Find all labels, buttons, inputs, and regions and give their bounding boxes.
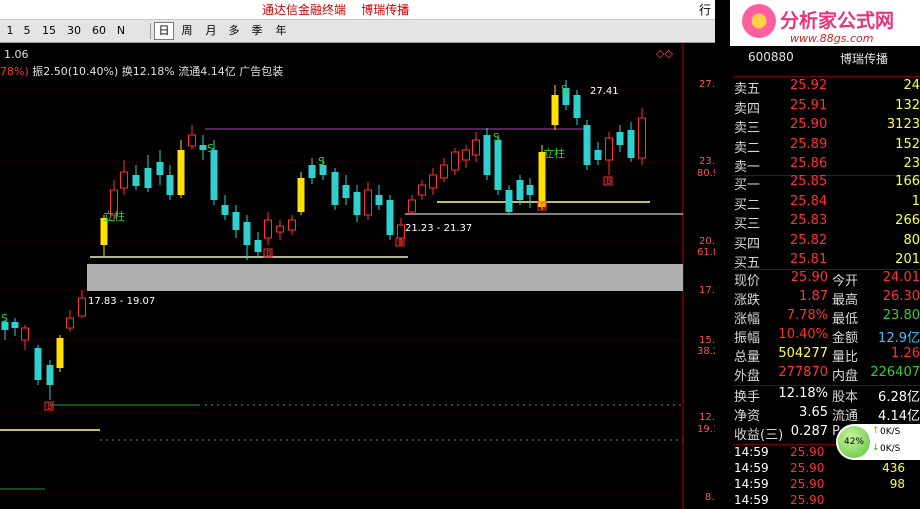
bid-volume: 80 — [903, 232, 920, 248]
quote-value: 6.28亿 — [878, 390, 920, 405]
ask-volume: 23 — [903, 156, 920, 171]
upload-speed: 0K/S — [880, 427, 901, 437]
ask-volume: 3123 — [886, 117, 920, 132]
bid-volume: 266 — [895, 213, 920, 228]
axis-label: 8.47 — [705, 492, 715, 503]
period-1min-button[interactable]: 1 — [3, 23, 17, 39]
tick-price: 25.90 — [790, 445, 825, 459]
window-title: 通达信金融终端 博瑞传播 — [262, 3, 410, 17]
period-year-button[interactable]: 年 — [272, 23, 290, 39]
period-day-button[interactable]: 日 — [154, 22, 174, 40]
period-multi-button[interactable]: 多 — [225, 23, 243, 39]
site-logo: 分析家公式网 www.88gs.com — [730, 0, 920, 46]
pct-change: 78%) — [0, 65, 29, 78]
quote-value: 4.14亿 — [878, 409, 920, 424]
flower-icon — [742, 4, 776, 38]
ask-volume: 152 — [895, 136, 920, 152]
logo-url: www.88gs.com — [790, 32, 874, 45]
bid-volume: 166 — [895, 174, 920, 189]
bid-volume: 201 — [895, 252, 920, 267]
period-5min-button[interactable]: 5 — [20, 23, 34, 39]
tick-price: 25.90 — [790, 493, 825, 507]
diamond-icon[interactable]: ◇◇ — [656, 47, 673, 60]
bid-volume: 1 — [911, 193, 920, 209]
quote-value: 226407 — [870, 365, 920, 380]
tick-time: 14:59 — [734, 493, 769, 507]
axis-label: 19.1% — [697, 424, 715, 435]
quote-value: 12.9亿 — [878, 331, 920, 346]
stock-name: 博瑞传播 — [840, 52, 889, 66]
period-toolbar: 1 5 15 30 60 N 日 周 月 多 季 年 — [0, 20, 715, 43]
divider — [733, 76, 920, 77]
period-month-button[interactable]: 月 — [202, 23, 220, 39]
ask-volume: 24 — [903, 78, 920, 93]
period-15min-button[interactable]: 15 — [38, 23, 60, 39]
window-titlebar: 通达信金融终端 博瑞传播 行 — [0, 0, 715, 20]
info-text: 振2.50(10.40%) 换12.18% 流通4.14亿 广告包装 — [28, 65, 284, 78]
tick-volume: 436 — [882, 461, 905, 475]
quote-value: 26.30 — [882, 289, 920, 304]
quote-value: 24.01 — [882, 270, 920, 285]
stock-code: 600880 — [748, 50, 794, 64]
period-30min-button[interactable]: 30 — [63, 23, 85, 39]
quote-value: 1.26 — [891, 346, 920, 361]
download-arrow-icon: ↓ — [872, 443, 880, 453]
period-quarter-button[interactable]: 季 — [248, 23, 266, 39]
ask-volume: 132 — [895, 97, 920, 113]
tick-volume: 98 — [889, 477, 905, 491]
period-n-button[interactable]: N — [113, 23, 129, 39]
upload-arrow-icon: ↑ — [872, 426, 880, 436]
period-week-button[interactable]: 周 — [178, 23, 196, 39]
download-speed: 0K/S — [880, 444, 901, 454]
period-60min-button[interactable]: 60 — [88, 23, 110, 39]
speed-percent: 42% — [838, 426, 870, 458]
toolbar-separator — [150, 23, 151, 39]
logo-name: 分析家公式网 — [780, 10, 895, 32]
stock-info-line: 78%) 振2.50(10.40%) 换12.18% 流通4.14亿 广告包装 — [0, 63, 283, 79]
network-speed-widget[interactable]: 42% ↑ 0K/S ↓ 0K/S — [836, 424, 920, 460]
quote-value: 0.287 — [790, 424, 828, 439]
quote-value: 23.80 — [882, 308, 920, 323]
tick-time: 14:59 — [734, 445, 769, 459]
titlebar-corner-label: 行 — [698, 3, 711, 17]
chart-top-value: 1.06 — [4, 48, 29, 61]
